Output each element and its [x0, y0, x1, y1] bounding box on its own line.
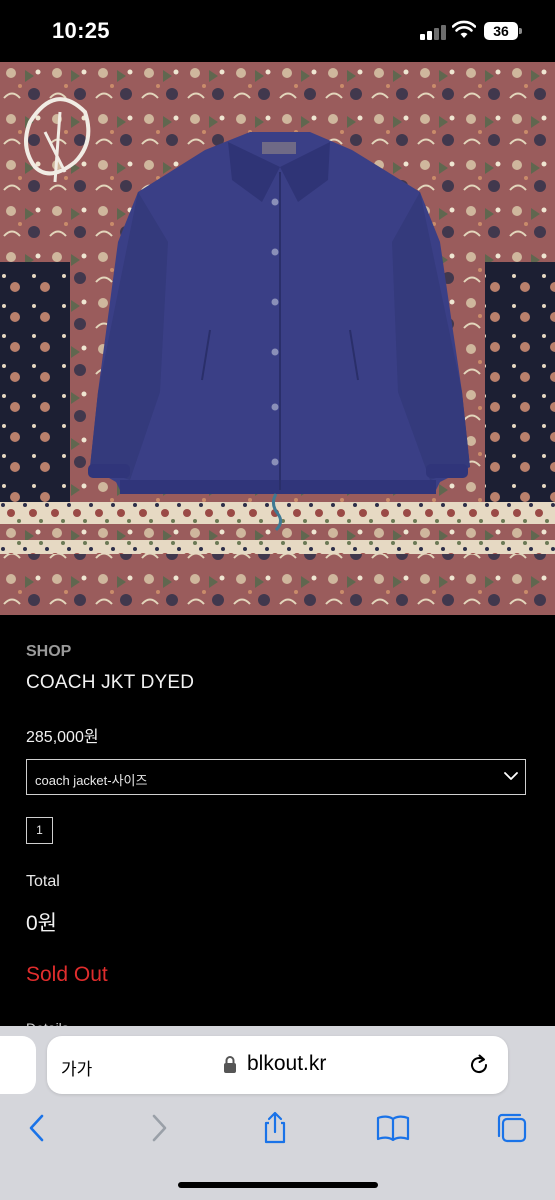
product-title: COACH JKT DYED — [26, 672, 195, 693]
total-label: Total — [26, 873, 60, 890]
total-value: 0원 — [26, 912, 57, 935]
jacket-photo — [0, 62, 555, 615]
address-bar[interactable]: 가가 blkout.kr — [47, 1036, 508, 1094]
lock-icon — [224, 1056, 236, 1073]
bookmarks-icon[interactable] — [375, 1110, 411, 1146]
forward-icon[interactable] — [140, 1110, 176, 1146]
battery-tip — [519, 28, 522, 34]
product-price: 285,000원 — [26, 729, 99, 746]
size-option-select[interactable]: coach jacket-사이즈 — [26, 759, 526, 795]
cellular-signal-icon — [420, 22, 448, 40]
status-time: 10:25 — [52, 18, 110, 43]
browser-toolbar — [0, 1100, 555, 1156]
back-icon[interactable] — [20, 1110, 56, 1146]
url-text[interactable]: blkout.kr — [247, 1052, 326, 1076]
share-icon[interactable] — [257, 1110, 293, 1146]
home-indicator — [178, 1182, 378, 1188]
quantity-box[interactable]: 1 — [26, 817, 53, 844]
sold-out-status: Sold Out — [26, 963, 108, 986]
previous-tab-card[interactable] — [0, 1036, 36, 1094]
product-image[interactable] — [0, 62, 555, 615]
text-size-button[interactable]: 가가 — [61, 1055, 92, 1080]
shop-label[interactable]: SHOP — [26, 643, 71, 661]
chevron-down-icon — [504, 772, 518, 780]
size-option-value: coach jacket-사이즈 — [35, 773, 148, 788]
wifi-icon — [452, 20, 476, 38]
battery-icon: 36 — [484, 22, 518, 40]
reload-icon[interactable] — [467, 1053, 491, 1077]
status-bar: 10:25 36 — [0, 0, 555, 62]
tabs-icon[interactable] — [494, 1110, 530, 1146]
